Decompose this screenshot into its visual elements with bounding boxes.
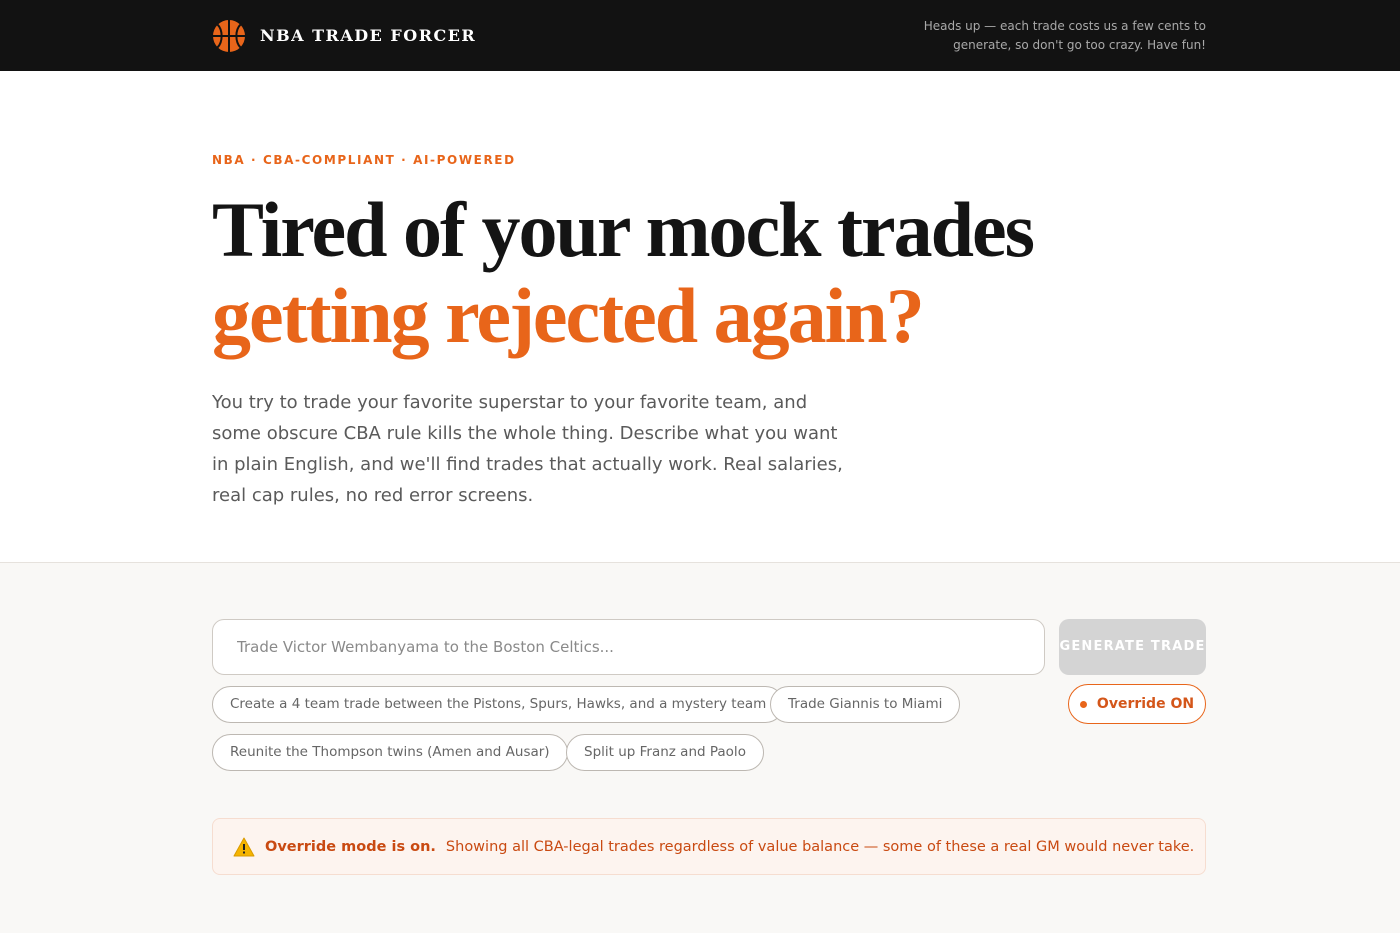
headline-line-1: Tired of your mock trades bbox=[212, 186, 1035, 273]
override-toggle[interactable]: Override ON bbox=[1068, 684, 1206, 724]
top-bar: NBA TRADE FORCER Heads up — each trade c… bbox=[0, 0, 1400, 71]
headline-line-2: getting rejected again? bbox=[212, 272, 925, 359]
alert-title: Override mode is on. bbox=[265, 838, 436, 855]
override-alert: Override mode is on. Showing all CBA-leg… bbox=[212, 818, 1206, 875]
suggestion-chip[interactable]: Create a 4 team trade between the Piston… bbox=[212, 686, 785, 723]
suggestion-chip[interactable]: Split up Franz and Paolo bbox=[566, 734, 764, 771]
status-dot-icon bbox=[1079, 700, 1087, 708]
basketball-icon bbox=[213, 19, 245, 52]
composer-row: GENERATE TRADE bbox=[212, 619, 1206, 675]
eyebrow: NBA · CBA-COMPLIANT · AI-POWERED bbox=[212, 153, 516, 167]
warning-icon bbox=[233, 837, 255, 856]
brand-name: NBA TRADE FORCER bbox=[260, 26, 477, 45]
headline: Tired of your mock trades getting reject… bbox=[212, 187, 1400, 359]
brand[interactable]: NBA TRADE FORCER bbox=[212, 19, 476, 53]
alert-message: Showing all CBA-legal trades regardless … bbox=[445, 838, 1195, 855]
override-label: Override ON bbox=[1096, 696, 1195, 712]
hero: NBA · CBA-COMPLIANT · AI-POWERED Tired o… bbox=[0, 71, 1400, 562]
trade-composer: GENERATE TRADE Create a 4 team trade bet… bbox=[0, 562, 1400, 933]
suggestion-chip[interactable]: Reunite the Thompson twins (Amen and Aus… bbox=[212, 734, 568, 771]
hero-description: You try to trade your favorite superstar… bbox=[212, 392, 843, 506]
cost-notice: Heads up — each trade costs us a few cen… bbox=[923, 18, 1206, 52]
generate-trade-button[interactable]: GENERATE TRADE bbox=[1059, 619, 1206, 675]
suggestion-chip[interactable]: Trade Giannis to Miami bbox=[770, 686, 961, 723]
trade-prompt-input[interactable] bbox=[212, 619, 1045, 675]
